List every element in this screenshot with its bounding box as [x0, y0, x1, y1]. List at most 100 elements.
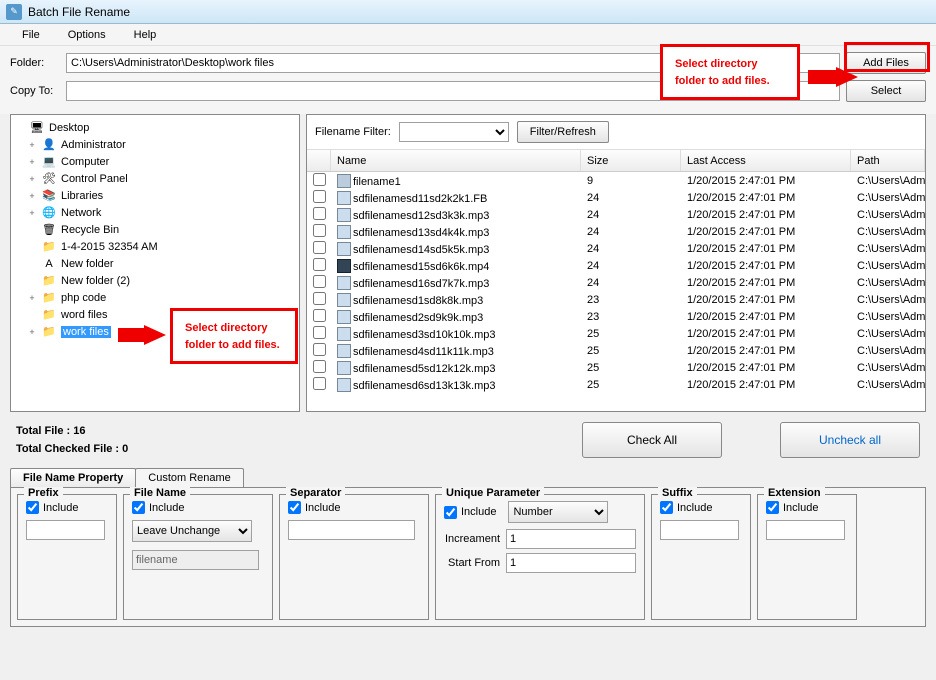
tree-item[interactable]: 📁New folder (2) [13, 272, 297, 289]
unique-type-select[interactable]: Number [508, 501, 608, 523]
suffix-input[interactable] [660, 520, 739, 540]
expander-icon[interactable]: + [27, 191, 37, 201]
separator-input[interactable] [288, 520, 415, 540]
select-button[interactable]: Select [846, 80, 926, 102]
table-row[interactable]: sdfilenamesd16sd7k7k.mp3241/20/2015 2:47… [307, 274, 925, 291]
startfrom-label: Start From [444, 557, 500, 569]
cell-path: C:\Users\Admi [851, 362, 925, 374]
tab-filename-property[interactable]: File Name Property [10, 468, 136, 487]
table-row[interactable]: sdfilenamesd1sd8k8k.mp3231/20/2015 2:47:… [307, 291, 925, 308]
filename-mode-select[interactable]: Leave Unchange [132, 520, 252, 542]
file-icon [337, 191, 351, 205]
table-row[interactable]: sdfilenamesd6sd13k13k.mp3251/20/2015 2:4… [307, 376, 925, 393]
cell-lastaccess: 1/20/2015 2:47:01 PM [681, 379, 851, 391]
row-checkbox[interactable] [313, 326, 326, 339]
cell-name: sdfilenamesd11sd2k2k1.FB [353, 193, 487, 205]
table-row[interactable]: sdfilenamesd4sd11k11k.mp3251/20/2015 2:4… [307, 342, 925, 359]
filter-combo[interactable] [399, 122, 509, 142]
tree-item[interactable]: 🖥Desktop [13, 119, 297, 136]
cell-name: sdfilenamesd14sd5k5k.mp3 [353, 244, 489, 256]
expander-icon[interactable]: + [27, 208, 37, 218]
menu-file[interactable]: File [10, 27, 52, 43]
col-lastaccess[interactable]: Last Access [681, 150, 851, 171]
filter-refresh-button[interactable]: Filter/Refresh [517, 121, 609, 143]
cell-lastaccess: 1/20/2015 2:47:01 PM [681, 311, 851, 323]
add-files-button[interactable]: Add Files [846, 52, 926, 74]
row-checkbox[interactable] [313, 190, 326, 203]
prefix-include-checkbox[interactable] [26, 501, 39, 514]
menu-help[interactable]: Help [122, 27, 169, 43]
cell-path: C:\Users\Admi [851, 345, 925, 357]
expander-icon[interactable]: + [27, 174, 37, 184]
col-size[interactable]: Size [581, 150, 681, 171]
menu-options[interactable]: Options [56, 27, 118, 43]
tree-item[interactable]: 📁1-4-2015 32354 AM [13, 238, 297, 255]
check-all-button[interactable]: Check All [582, 422, 722, 458]
expander-icon[interactable]: + [27, 327, 37, 337]
tree-item[interactable]: +📚Libraries [13, 187, 297, 204]
cell-lastaccess: 1/20/2015 2:47:01 PM [681, 362, 851, 374]
table-row[interactable]: sdfilenamesd5sd12k12k.mp3251/20/2015 2:4… [307, 359, 925, 376]
row-checkbox[interactable] [313, 207, 326, 220]
file-icon [337, 293, 351, 307]
folder-tree[interactable]: 🖥Desktop+👤Administrator+💻Computer+🛠Contr… [10, 114, 300, 412]
tab-custom-rename[interactable]: Custom Rename [135, 468, 244, 487]
tree-item[interactable]: +📁php code [13, 289, 297, 306]
folder-label: Folder: [10, 57, 60, 69]
table-row[interactable]: sdfilenamesd2sd9k9k.mp3231/20/2015 2:47:… [307, 308, 925, 325]
row-checkbox[interactable] [313, 360, 326, 373]
col-name[interactable]: Name [331, 150, 581, 171]
row-checkbox[interactable] [313, 258, 326, 271]
row-checkbox[interactable] [313, 275, 326, 288]
table-row[interactable]: sdfilenamesd13sd4k4k.mp3241/20/2015 2:47… [307, 223, 925, 240]
tree-item[interactable]: ANew folder [13, 255, 297, 272]
prefix-input[interactable] [26, 520, 105, 540]
folder-icon: 🖥 [29, 121, 45, 135]
cell-name: sdfilenamesd5sd12k12k.mp3 [353, 363, 495, 375]
cell-name: sdfilenamesd2sd9k9k.mp3 [353, 312, 483, 324]
row-checkbox[interactable] [313, 224, 326, 237]
row-checkbox[interactable] [313, 241, 326, 254]
increment-input[interactable] [506, 529, 636, 549]
app-icon: ✎ [6, 4, 22, 20]
total-checked-value: 0 [122, 443, 128, 455]
tree-item[interactable]: +👤Administrator [13, 136, 297, 153]
cell-name: sdfilenamesd16sd7k7k.mp3 [353, 278, 489, 290]
file-icon [337, 208, 351, 222]
unique-include-checkbox[interactable] [444, 506, 457, 519]
filename-include-checkbox[interactable] [132, 501, 145, 514]
tree-item-label: New folder (2) [61, 275, 130, 287]
tree-item-label: Recycle Bin [61, 224, 119, 236]
expander-icon[interactable]: + [27, 140, 37, 150]
table-row[interactable]: filename191/20/2015 2:47:01 PMC:\Users\A… [307, 172, 925, 189]
cell-lastaccess: 1/20/2015 2:47:01 PM [681, 345, 851, 357]
col-path[interactable]: Path [851, 150, 925, 171]
total-file-value: 16 [73, 425, 85, 437]
expander-icon[interactable]: + [27, 157, 37, 167]
table-row[interactable]: sdfilenamesd3sd10k10k.mp3251/20/2015 2:4… [307, 325, 925, 342]
table-row[interactable]: sdfilenamesd15sd6k6k.mp4241/20/2015 2:47… [307, 257, 925, 274]
row-checkbox[interactable] [313, 343, 326, 356]
tree-item[interactable]: +🌐Network [13, 204, 297, 221]
cell-path: C:\Users\Admi [851, 294, 925, 306]
row-checkbox[interactable] [313, 377, 326, 390]
row-checkbox[interactable] [313, 173, 326, 186]
tree-item[interactable]: +💻Computer [13, 153, 297, 170]
tree-item[interactable]: +🛠Control Panel [13, 170, 297, 187]
expander-icon[interactable]: + [27, 293, 37, 303]
extension-include-checkbox[interactable] [766, 501, 779, 514]
tree-item[interactable]: 🗑Recycle Bin [13, 221, 297, 238]
table-row[interactable]: sdfilenamesd11sd2k2k1.FB241/20/2015 2:47… [307, 189, 925, 206]
suffix-include-checkbox[interactable] [660, 501, 673, 514]
startfrom-input[interactable] [506, 553, 636, 573]
table-row[interactable]: sdfilenamesd14sd5k5k.mp3241/20/2015 2:47… [307, 240, 925, 257]
file-list-panel: Filename Filter: Filter/Refresh Name Siz… [306, 114, 926, 412]
row-checkbox[interactable] [313, 309, 326, 322]
extension-input[interactable] [766, 520, 845, 540]
uncheck-all-button[interactable]: Uncheck all [780, 422, 920, 458]
table-row[interactable]: sdfilenamesd12sd3k3k.mp3241/20/2015 2:47… [307, 206, 925, 223]
separator-include-checkbox[interactable] [288, 501, 301, 514]
file-list-body[interactable]: filename191/20/2015 2:47:01 PMC:\Users\A… [307, 172, 925, 411]
cell-name: sdfilenamesd4sd11k11k.mp3 [353, 346, 494, 358]
row-checkbox[interactable] [313, 292, 326, 305]
